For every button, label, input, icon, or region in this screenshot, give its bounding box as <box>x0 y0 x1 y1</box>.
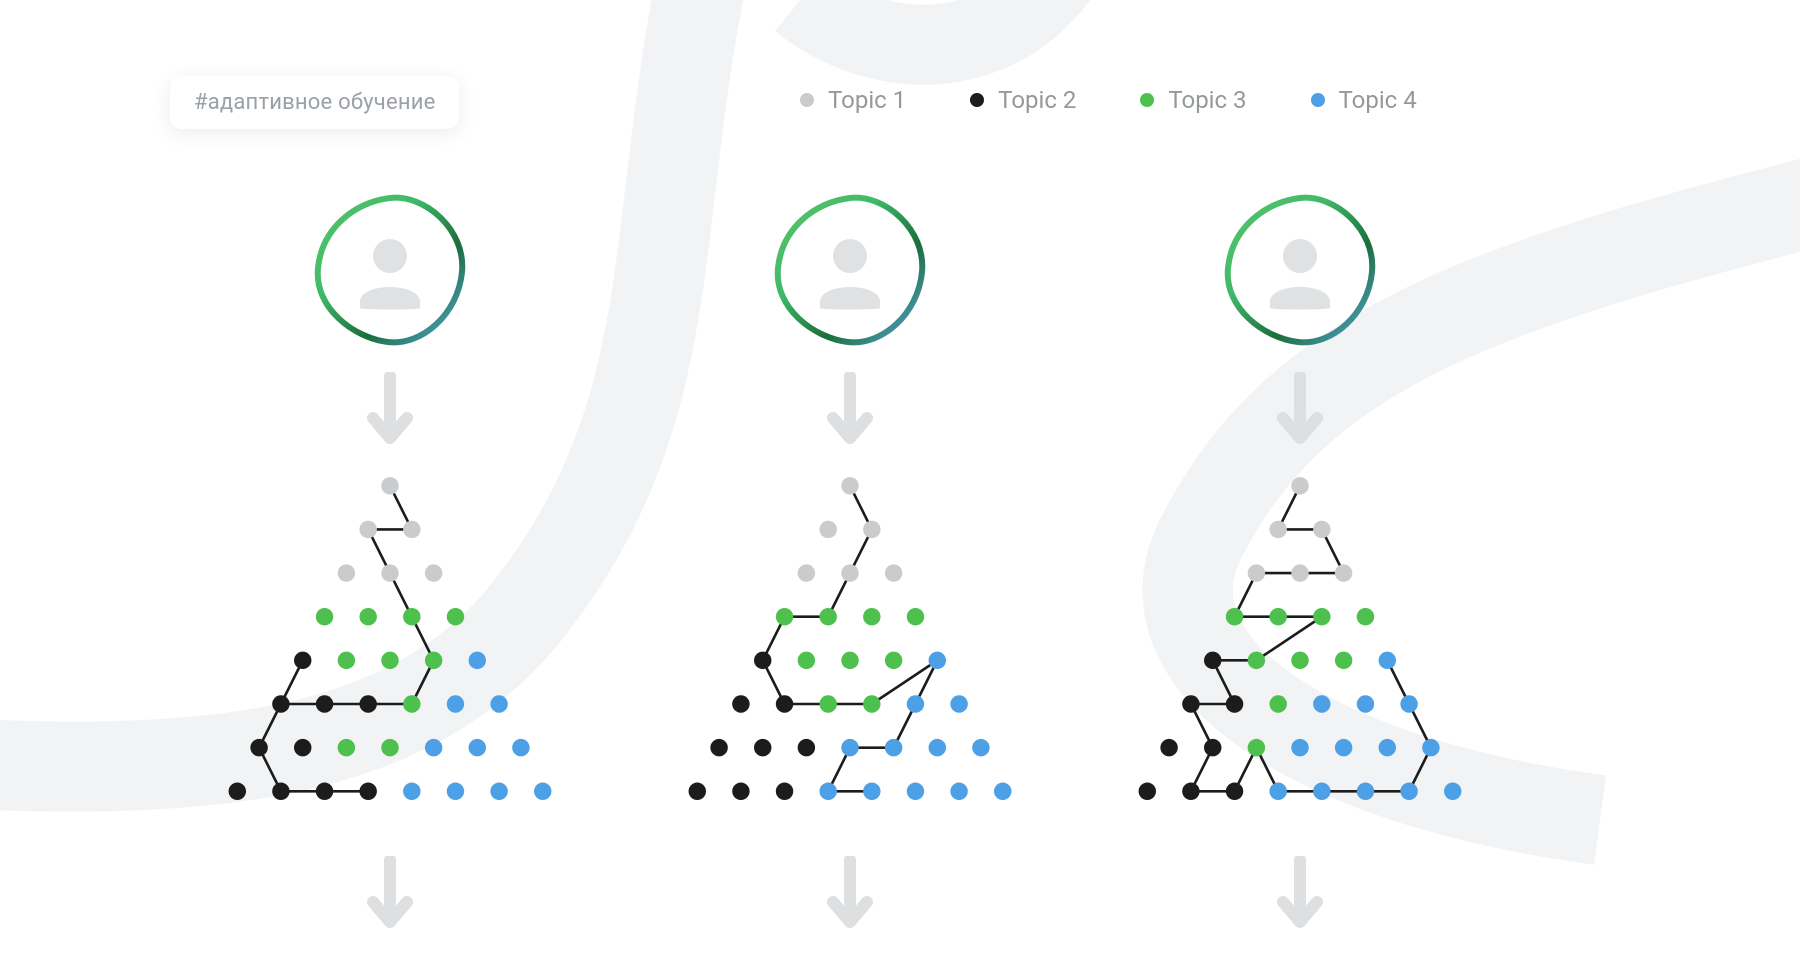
legend-label: Topic 4 <box>1339 86 1417 114</box>
learner-avatar <box>770 190 930 350</box>
learner-column-1 <box>150 190 630 938</box>
arrow-down-icon <box>827 856 873 928</box>
legend-item-topic1: Topic 1 <box>800 86 906 114</box>
legend-label: Topic 3 <box>1168 86 1246 114</box>
learning-path-tree <box>150 454 630 834</box>
arrow-down-icon <box>367 372 413 444</box>
arrow-down-icon <box>1277 856 1323 928</box>
legend-label: Topic 1 <box>828 86 906 114</box>
legend: Topic 1 Topic 2 Topic 3 Topic 4 <box>800 86 1417 114</box>
legend-dot-icon <box>800 93 814 107</box>
arrow-down-icon <box>1277 372 1323 444</box>
learner-avatar <box>310 190 470 350</box>
legend-item-topic3: Topic 3 <box>1140 86 1246 114</box>
legend-dot-icon <box>1140 93 1154 107</box>
hashtag-chip: #адаптивное обучение <box>170 76 459 129</box>
arrow-down-icon <box>827 372 873 444</box>
legend-label: Topic 2 <box>998 86 1076 114</box>
hashtag-text: #адаптивное обучение <box>194 90 435 115</box>
learning-path-tree <box>1060 454 1540 834</box>
legend-dot-icon <box>970 93 984 107</box>
legend-item-topic4: Topic 4 <box>1311 86 1417 114</box>
learner-column-2 <box>610 190 1090 938</box>
learner-column-3 <box>1060 190 1540 938</box>
learning-path-tree <box>610 454 1090 834</box>
learner-avatar <box>1220 190 1380 350</box>
legend-dot-icon <box>1311 93 1325 107</box>
arrow-down-icon <box>367 856 413 928</box>
legend-item-topic2: Topic 2 <box>970 86 1076 114</box>
